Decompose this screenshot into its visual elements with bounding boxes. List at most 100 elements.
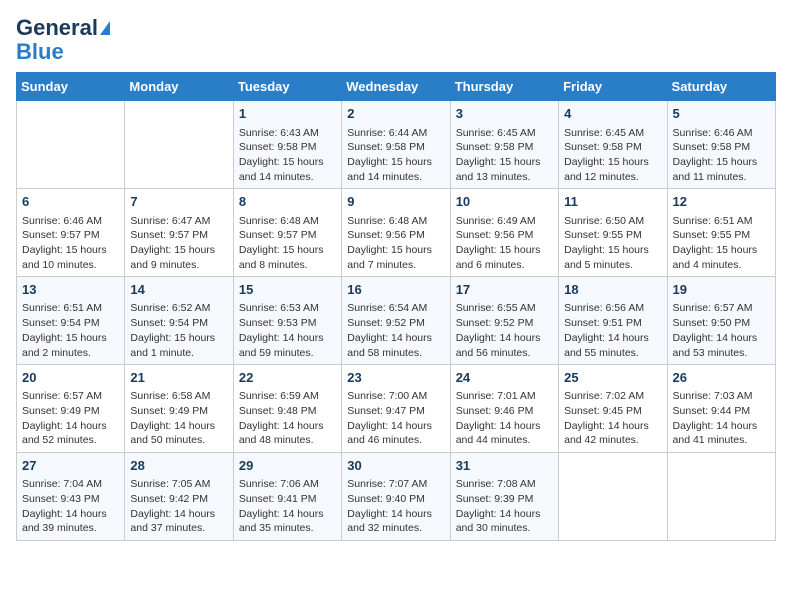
- calendar-week-row: 13Sunrise: 6:51 AM Sunset: 9:54 PM Dayli…: [17, 277, 776, 365]
- day-number: 5: [673, 105, 770, 123]
- calendar-cell: 20 Sunrise: 6:57 AM Sunset: 9:49 PM Dayli…: [17, 365, 125, 453]
- day-info: Sunrise: 6:44 AM Sunset: 9:58 PM Dayligh…: [347, 126, 444, 185]
- day-info: Sunrise: 7:06 AM Sunset: 9:41 PM Dayligh…: [239, 477, 336, 536]
- day-info: Sunrise: 6:45 AM Sunset: 9:58 PM Dayligh…: [564, 126, 661, 185]
- day-number: 29: [239, 457, 336, 475]
- day-number: 19: [673, 281, 770, 299]
- day-number: 2: [347, 105, 444, 123]
- logo-blue: Blue: [16, 40, 64, 64]
- day-number: 7: [130, 193, 227, 211]
- day-info: Sunrise: 7:00 AM Sunset: 9:47 PM Dayligh…: [347, 389, 444, 448]
- day-number: 23: [347, 369, 444, 387]
- calendar-cell: 3 Sunrise: 6:45 AM Sunset: 9:58 PM Daylig…: [450, 101, 558, 189]
- calendar-cell: 23 Sunrise: 7:00 AM Sunset: 9:47 PM Dayli…: [342, 365, 450, 453]
- day-number: 16: [347, 281, 444, 299]
- calendar-cell: 28 Sunrise: 7:05 AM Sunset: 9:42 PM Dayli…: [125, 453, 233, 541]
- calendar-cell: 12Sunrise: 6:51 AM Sunset: 9:55 PM Dayli…: [667, 189, 775, 277]
- day-number: 17: [456, 281, 553, 299]
- calendar-cell: [559, 453, 667, 541]
- calendar-week-row: 27 Sunrise: 7:04 AM Sunset: 9:43 PM Dayli…: [17, 453, 776, 541]
- day-number: 31: [456, 457, 553, 475]
- weekday-header: Tuesday: [233, 73, 341, 101]
- calendar-cell: 29 Sunrise: 7:06 AM Sunset: 9:41 PM Dayli…: [233, 453, 341, 541]
- calendar-week-row: 1 Sunrise: 6:43 AM Sunset: 9:58 PM Daylig…: [17, 101, 776, 189]
- calendar-cell: [667, 453, 775, 541]
- day-info: Sunrise: 6:59 AM Sunset: 9:48 PM Dayligh…: [239, 389, 336, 448]
- day-info: Sunrise: 6:48 AM Sunset: 9:56 PM Dayligh…: [347, 214, 444, 273]
- day-number: 24: [456, 369, 553, 387]
- day-number: 22: [239, 369, 336, 387]
- day-info: Sunrise: 7:05 AM Sunset: 9:42 PM Dayligh…: [130, 477, 227, 536]
- day-info: Sunrise: 6:52 AM Sunset: 9:54 PM Dayligh…: [130, 301, 227, 360]
- day-number: 6: [22, 193, 119, 211]
- day-info: Sunrise: 7:02 AM Sunset: 9:45 PM Dayligh…: [564, 389, 661, 448]
- day-info: Sunrise: 6:46 AM Sunset: 9:58 PM Dayligh…: [673, 126, 770, 185]
- day-number: 4: [564, 105, 661, 123]
- day-info: Sunrise: 6:58 AM Sunset: 9:49 PM Dayligh…: [130, 389, 227, 448]
- calendar-cell: 17 Sunrise: 6:55 AM Sunset: 9:52 PM Dayli…: [450, 277, 558, 365]
- calendar-cell: 24 Sunrise: 7:01 AM Sunset: 9:46 PM Dayli…: [450, 365, 558, 453]
- calendar-cell: [17, 101, 125, 189]
- calendar-cell: 14Sunrise: 6:52 AM Sunset: 9:54 PM Dayli…: [125, 277, 233, 365]
- logo-triangle-icon: [100, 21, 110, 35]
- day-number: 25: [564, 369, 661, 387]
- logo: General Blue: [16, 16, 110, 64]
- day-info: Sunrise: 7:08 AM Sunset: 9:39 PM Dayligh…: [456, 477, 553, 536]
- calendar-cell: 6 Sunrise: 6:46 AM Sunset: 9:57 PM Daylig…: [17, 189, 125, 277]
- day-number: 1: [239, 105, 336, 123]
- calendar-cell: 11Sunrise: 6:50 AM Sunset: 9:55 PM Dayli…: [559, 189, 667, 277]
- day-info: Sunrise: 7:07 AM Sunset: 9:40 PM Dayligh…: [347, 477, 444, 536]
- calendar-cell: 16 Sunrise: 6:54 AM Sunset: 9:52 PM Dayli…: [342, 277, 450, 365]
- calendar-cell: 19 Sunrise: 6:57 AM Sunset: 9:50 PM Dayli…: [667, 277, 775, 365]
- weekday-header: Wednesday: [342, 73, 450, 101]
- calendar-cell: 5 Sunrise: 6:46 AM Sunset: 9:58 PM Daylig…: [667, 101, 775, 189]
- weekday-header: Sunday: [17, 73, 125, 101]
- day-info: Sunrise: 6:56 AM Sunset: 9:51 PM Dayligh…: [564, 301, 661, 360]
- calendar-cell: 9 Sunrise: 6:48 AM Sunset: 9:56 PM Daylig…: [342, 189, 450, 277]
- calendar-cell: 22 Sunrise: 6:59 AM Sunset: 9:48 PM Dayli…: [233, 365, 341, 453]
- day-number: 27: [22, 457, 119, 475]
- calendar-cell: 18Sunrise: 6:56 AM Sunset: 9:51 PM Dayli…: [559, 277, 667, 365]
- calendar-cell: 21 Sunrise: 6:58 AM Sunset: 9:49 PM Dayli…: [125, 365, 233, 453]
- calendar-cell: 26 Sunrise: 7:03 AM Sunset: 9:44 PM Dayli…: [667, 365, 775, 453]
- day-info: Sunrise: 6:48 AM Sunset: 9:57 PM Dayligh…: [239, 214, 336, 273]
- day-number: 26: [673, 369, 770, 387]
- day-number: 9: [347, 193, 444, 211]
- day-number: 8: [239, 193, 336, 211]
- day-number: 3: [456, 105, 553, 123]
- day-info: Sunrise: 6:57 AM Sunset: 9:49 PM Dayligh…: [22, 389, 119, 448]
- day-number: 10: [456, 193, 553, 211]
- day-number: 30: [347, 457, 444, 475]
- day-info: Sunrise: 6:47 AM Sunset: 9:57 PM Dayligh…: [130, 214, 227, 273]
- calendar-cell: 10 Sunrise: 6:49 AM Sunset: 9:56 PM Dayli…: [450, 189, 558, 277]
- day-info: Sunrise: 6:45 AM Sunset: 9:58 PM Dayligh…: [456, 126, 553, 185]
- day-info: Sunrise: 6:43 AM Sunset: 9:58 PM Dayligh…: [239, 126, 336, 185]
- logo-general: General: [16, 16, 98, 40]
- calendar-cell: 31 Sunrise: 7:08 AM Sunset: 9:39 PM Dayli…: [450, 453, 558, 541]
- page-header: General Blue: [16, 16, 776, 64]
- day-info: Sunrise: 6:49 AM Sunset: 9:56 PM Dayligh…: [456, 214, 553, 273]
- day-info: Sunrise: 7:01 AM Sunset: 9:46 PM Dayligh…: [456, 389, 553, 448]
- calendar-week-row: 6 Sunrise: 6:46 AM Sunset: 9:57 PM Daylig…: [17, 189, 776, 277]
- calendar-cell: 15 Sunrise: 6:53 AM Sunset: 9:53 PM Dayli…: [233, 277, 341, 365]
- calendar-week-row: 20 Sunrise: 6:57 AM Sunset: 9:49 PM Dayli…: [17, 365, 776, 453]
- day-number: 15: [239, 281, 336, 299]
- day-number: 21: [130, 369, 227, 387]
- day-info: Sunrise: 6:54 AM Sunset: 9:52 PM Dayligh…: [347, 301, 444, 360]
- day-info: Sunrise: 6:46 AM Sunset: 9:57 PM Dayligh…: [22, 214, 119, 273]
- day-info: Sunrise: 7:03 AM Sunset: 9:44 PM Dayligh…: [673, 389, 770, 448]
- day-number: 13: [22, 281, 119, 299]
- calendar-cell: 30 Sunrise: 7:07 AM Sunset: 9:40 PM Dayli…: [342, 453, 450, 541]
- day-info: Sunrise: 6:55 AM Sunset: 9:52 PM Dayligh…: [456, 301, 553, 360]
- day-info: Sunrise: 6:53 AM Sunset: 9:53 PM Dayligh…: [239, 301, 336, 360]
- day-info: Sunrise: 7:04 AM Sunset: 9:43 PM Dayligh…: [22, 477, 119, 536]
- weekday-header: Saturday: [667, 73, 775, 101]
- calendar-cell: 8 Sunrise: 6:48 AM Sunset: 9:57 PM Daylig…: [233, 189, 341, 277]
- day-number: 28: [130, 457, 227, 475]
- calendar-cell: 25 Sunrise: 7:02 AM Sunset: 9:45 PM Dayli…: [559, 365, 667, 453]
- day-number: 20: [22, 369, 119, 387]
- calendar-cell: 7 Sunrise: 6:47 AM Sunset: 9:57 PM Daylig…: [125, 189, 233, 277]
- weekday-header: Friday: [559, 73, 667, 101]
- day-info: Sunrise: 6:57 AM Sunset: 9:50 PM Dayligh…: [673, 301, 770, 360]
- weekday-header: Thursday: [450, 73, 558, 101]
